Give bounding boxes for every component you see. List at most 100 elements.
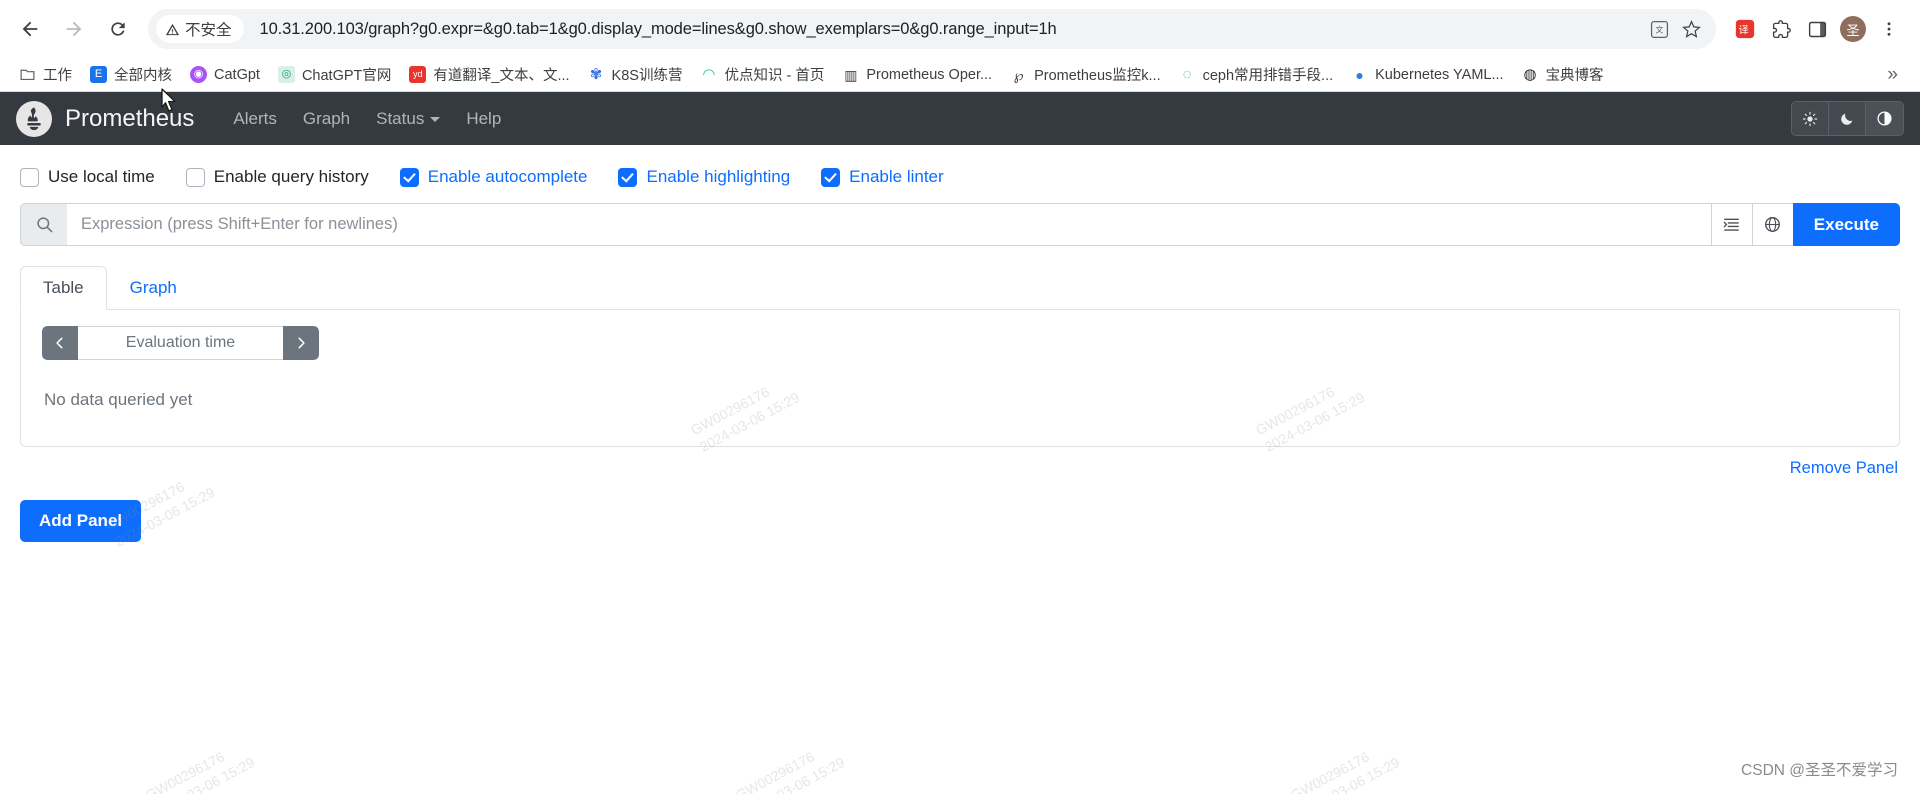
expression-input[interactable] — [67, 203, 1711, 246]
bookmark-item-catgpt[interactable]: ◉ CatGpt — [181, 62, 269, 87]
add-panel-button[interactable]: Add Panel — [20, 500, 142, 542]
bookmarks-overflow-button[interactable]: » — [1879, 60, 1906, 90]
evaluation-time-input[interactable] — [78, 326, 283, 360]
checkbox-box[interactable] — [20, 167, 39, 187]
format-query-icon — [1723, 218, 1740, 231]
csdn-watermark: CSDN @圣圣不爱学习 — [1741, 762, 1898, 779]
favicon-youdao-icon: yd — [409, 66, 427, 83]
omnibox[interactable]: 不安全 10.31.200.103/graph?g0.expr=&g0.tab=… — [148, 9, 1716, 49]
query-options-row: Use local time Enable query history Enab… — [20, 145, 1900, 203]
arrow-forward-icon — [66, 21, 82, 37]
bookmark-item-prometheus-monitor[interactable]: ℘ Prometheus监控k... — [1001, 60, 1170, 89]
tab-graph[interactable]: Graph — [107, 266, 200, 310]
bookmark-item-all-kernel[interactable]: E 全部内核 — [81, 60, 181, 89]
site-security-label: 不安全 — [185, 22, 232, 39]
half-circle-icon — [1877, 111, 1892, 126]
bookmark-item-work[interactable]: 工作 — [10, 60, 81, 89]
bookmark-item-ceph[interactable]: ◌ ceph常用排错手段... — [1170, 60, 1343, 89]
bookmark-item-k8s-camp[interactable]: ✾ K8S训练营 — [579, 60, 692, 89]
option-enable-highlighting[interactable]: Enable highlighting — [618, 167, 790, 187]
star-icon — [1681, 19, 1701, 38]
favicon-prom-icon: ℘ — [1013, 66, 1024, 83]
evaluation-time-next-button[interactable] — [283, 326, 319, 360]
reload-button[interactable] — [98, 9, 138, 49]
nav-label: Status — [376, 108, 425, 128]
execute-button[interactable]: Execute — [1792, 203, 1900, 246]
nav-item-help[interactable]: Help — [453, 101, 514, 137]
checkbox-box[interactable] — [185, 167, 205, 187]
bookmark-label: 工作 — [43, 68, 72, 84]
tab-table[interactable]: Table — [20, 266, 107, 310]
no-data-message: No data queried yet — [44, 390, 193, 409]
option-enable-query-history[interactable]: Enable query history — [185, 167, 369, 187]
search-icon — [20, 203, 67, 246]
bookmark-label: CatGpt — [214, 66, 260, 83]
theme-toggle-group — [1791, 101, 1904, 136]
theme-dark-button[interactable] — [1829, 102, 1866, 135]
option-use-local-time[interactable]: Use local time — [20, 167, 155, 187]
arrow-back-icon — [22, 21, 38, 37]
favicon-user-icon: ● — [1355, 66, 1364, 83]
option-label: Enable autocomplete — [427, 167, 588, 186]
watermark: GW00296176 2024-03-06 15:29 — [1288, 748, 1403, 794]
url-text[interactable]: 10.31.200.103/graph?g0.expr=&g0.tab=1&g0… — [246, 20, 1644, 39]
bookmark-item-kubernetes-yaml[interactable]: ● Kubernetes YAML... — [1342, 62, 1512, 87]
browser-toolbar: 不安全 10.31.200.103/graph?g0.expr=&g0.tab=… — [0, 0, 1920, 58]
add-panel-row: Add Panel — [20, 478, 1900, 542]
site-security-indicator[interactable]: 不安全 — [156, 15, 244, 43]
split-screen-icon — [1808, 21, 1826, 37]
format-query-button[interactable] — [1710, 203, 1752, 246]
bookmark-label: ChatGPT官网 — [301, 68, 392, 84]
profile-button[interactable]: 圣 — [1836, 12, 1870, 46]
metrics-explorer-button[interactable] — [1751, 203, 1793, 246]
checkbox-box[interactable] — [821, 167, 841, 187]
page-body: Use local time Enable query history Enab… — [0, 145, 1920, 794]
bookmark-item-youdian[interactable]: ◠ 优点知识 - 首页 — [691, 60, 833, 89]
favicon-kubernetes-icon: ✾ — [589, 66, 603, 83]
remove-panel-row: Remove Panel — [20, 447, 1900, 478]
checkbox-box[interactable] — [399, 167, 419, 187]
favicon-book-icon: ▥ — [844, 66, 858, 83]
bookmark-item-chatgpt[interactable]: ◎ ChatGPT官网 — [269, 60, 400, 89]
chevron-left-icon — [56, 337, 63, 349]
favicon-green-c-icon: ◠ — [702, 66, 716, 83]
option-label: Enable highlighting — [646, 167, 791, 186]
option-enable-autocomplete[interactable]: Enable autocomplete — [399, 167, 588, 187]
back-button[interactable] — [10, 9, 50, 49]
nav-item-alerts[interactable]: Alerts — [220, 101, 289, 137]
favicon-globe-icon: ◍ — [1523, 66, 1537, 83]
bookmark-item-baodian-blog[interactable]: ◍ 宝典博客 — [1513, 60, 1613, 89]
evaluation-time-prev-button[interactable] — [42, 326, 78, 360]
checkbox-box[interactable] — [618, 167, 638, 187]
option-enable-linter[interactable]: Enable linter — [821, 167, 944, 187]
split-screen-button[interactable] — [1800, 12, 1834, 46]
prometheus-nav-items: Alerts Graph Status Help — [220, 101, 514, 137]
favicon-blue-icon: E — [90, 66, 107, 83]
panel-tabs: Table Graph — [20, 266, 1900, 310]
remove-panel-link[interactable]: Remove Panel — [1790, 459, 1898, 477]
bookmark-label: 宝典博客 — [1545, 68, 1604, 84]
watermark: GW00296176 2024-03-06 15:29 — [733, 748, 848, 794]
three-dot-menu-icon — [1887, 22, 1891, 36]
bookmark-item-prometheus-operator[interactable]: ▥ Prometheus Oper... — [833, 62, 1001, 87]
nav-item-graph[interactable]: Graph — [290, 101, 363, 137]
prometheus-navbar: Prometheus Alerts Graph Status Help — [0, 92, 1920, 145]
bookmark-label: ceph常用排错手段... — [1202, 68, 1334, 84]
favicon-openai-icon: ◎ — [277, 66, 295, 83]
bookmark-item-youdao[interactable]: yd 有道翻译_文本、文... — [400, 60, 578, 89]
translate-extension-button[interactable]: 译 — [1728, 12, 1762, 46]
bookmark-star-button[interactable] — [1676, 14, 1706, 44]
extensions-button[interactable] — [1764, 12, 1798, 46]
query-panel: Table Graph No data queried yet — [20, 266, 1900, 447]
panel-body: No data queried yet — [20, 310, 1900, 447]
translate-page-icon[interactable]: 文 — [1644, 14, 1674, 44]
forward-button[interactable] — [54, 9, 94, 49]
prometheus-brand[interactable]: Prometheus — [16, 100, 194, 137]
bookmark-label: K8S训练营 — [611, 68, 683, 84]
nav-label: Graph — [302, 108, 351, 128]
browser-menu-button[interactable] — [1872, 12, 1906, 46]
theme-light-button[interactable] — [1792, 102, 1829, 135]
nav-item-status[interactable]: Status — [363, 101, 453, 137]
theme-auto-button[interactable] — [1866, 102, 1903, 135]
translate-extension-icon: 译 — [1735, 19, 1755, 39]
